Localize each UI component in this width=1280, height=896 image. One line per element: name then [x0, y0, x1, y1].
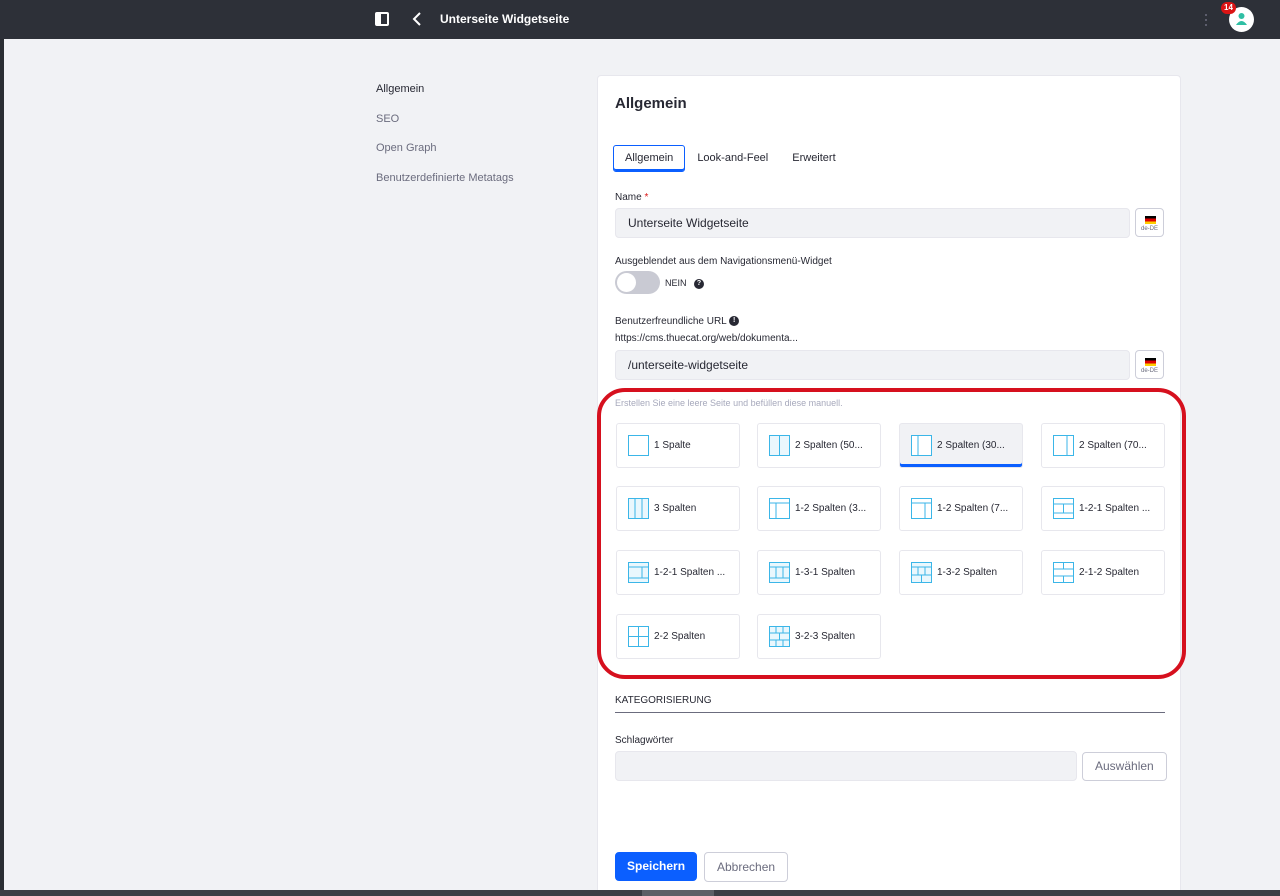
layout-option-1-column[interactable]: 1 Spalte [616, 423, 740, 468]
select-tags-button[interactable]: Auswählen [1082, 752, 1167, 781]
page-title: Unterseite Widgetseite [440, 12, 570, 26]
layout-1-3-1-columns-icon [769, 562, 790, 583]
hidden-toggle-label: Ausgeblendet aus dem Navigationsmenü-Wid… [615, 256, 832, 267]
tags-input[interactable] [615, 751, 1077, 781]
layout-label: 1-2 Spalten (7... [937, 503, 1009, 514]
settings-nav: Allgemein SEO Open Graph Benutzerdefinie… [376, 83, 514, 201]
tags-label: Schlagwörter [615, 735, 674, 746]
layout-1-column-icon [628, 435, 649, 456]
save-button[interactable]: Speichern [615, 852, 698, 881]
info-icon[interactable]: ! [729, 316, 740, 327]
layout-2-1-2-columns-icon [1053, 562, 1074, 583]
layout-2-columns-30-icon [911, 435, 932, 456]
categorization-heading: KATEGORISIERUNG [615, 695, 1165, 713]
layout-label: 1-3-1 Spalten [795, 567, 856, 578]
friendly-url-label: Benutzerfreundliche URL ! [615, 316, 740, 327]
layout-label: 1-2-1 Spalten ... [654, 567, 726, 578]
nav-item-allgemein[interactable]: Allgemein [376, 83, 514, 113]
layout-label: 2 Spalten (70... [1079, 440, 1147, 451]
top-bar: Unterseite Widgetseite 14 [0, 0, 1280, 39]
layout-label: 2 Spalten (50... [795, 440, 863, 451]
hidden-toggle[interactable] [615, 271, 660, 294]
layout-label: 1-3-2 Spalten [937, 567, 998, 578]
layout-2-columns-70-icon [1053, 435, 1074, 456]
tab-allgemein[interactable]: Allgemein [613, 145, 686, 172]
toggle-state: NEIN ? [665, 278, 705, 289]
layout-option-3-2-3-columns[interactable]: 3-2-3 Spalten [757, 614, 881, 659]
notification-badge: 14 [1221, 2, 1236, 14]
layout-template-grid: 1 Spalte 2 Spalten (50... 2 Spalten (30.… [616, 423, 1168, 663]
more-options-icon[interactable] [1204, 12, 1208, 28]
scrollbar-thumb[interactable] [642, 890, 714, 896]
settings-card: Allgemein Allgemein Look-and-Feel Erweit… [597, 75, 1181, 890]
layout-option-1-3-1-columns[interactable]: 1-3-1 Spalten [757, 550, 881, 595]
layout-option-1-2-1-columns-b[interactable]: 1-2-1 Spalten ... [616, 550, 740, 595]
sidebar-toggle-icon[interactable] [375, 12, 389, 26]
layout-option-2-columns-50-50[interactable]: 2 Spalten (50... [757, 423, 881, 468]
layout-2-2-columns-icon [628, 626, 649, 647]
tab-look-and-feel[interactable]: Look-and-Feel [685, 145, 780, 172]
layout-option-1-2-columns-70-30[interactable]: 1-2 Spalten (7... [899, 486, 1023, 531]
german-flag-icon [1145, 216, 1156, 224]
layout-option-2-1-2-columns[interactable]: 2-1-2 Spalten [1041, 550, 1165, 595]
name-label-text: Name [615, 192, 642, 203]
layout-label: 3 Spalten [654, 503, 697, 514]
layout-option-1-3-2-columns[interactable]: 1-3-2 Spalten [899, 550, 1023, 595]
layout-label: 1-2 Spalten (3... [795, 503, 867, 514]
layout-option-1-2-columns-30-70[interactable]: 1-2 Spalten (3... [757, 486, 881, 531]
back-icon[interactable] [410, 10, 424, 28]
layout-option-3-columns[interactable]: 3 Spalten [616, 486, 740, 531]
name-input[interactable]: Unterseite Widgetseite [615, 208, 1130, 238]
layout-1-2-columns-70-icon [911, 498, 932, 519]
layout-option-2-columns-30-70[interactable]: 2 Spalten (30... [899, 423, 1023, 468]
layout-3-columns-icon [628, 498, 649, 519]
nav-item-seo[interactable]: SEO [376, 113, 514, 143]
layout-option-2-columns-70-30[interactable]: 2 Spalten (70... [1041, 423, 1165, 468]
layout-1-2-1-columns-icon [628, 562, 649, 583]
toggle-knob [617, 273, 636, 292]
layout-2-columns-50-icon [769, 435, 790, 456]
layout-label: 2 Spalten (30... [937, 440, 1005, 451]
nav-item-open-graph[interactable]: Open Graph [376, 142, 514, 172]
toggle-state-text: NEIN [665, 278, 687, 288]
horizontal-scrollbar[interactable] [0, 890, 1280, 896]
language-code: de-DE [1140, 368, 1158, 374]
tab-erweitert[interactable]: Erweitert [780, 145, 847, 172]
layout-option-1-2-1-columns-a[interactable]: 1-2-1 Spalten ... [1041, 486, 1165, 531]
german-flag-icon [1145, 358, 1156, 366]
friendly-url-base: https://cms.thuecat.org/web/dokumenta... [615, 333, 798, 344]
user-icon [1236, 13, 1247, 25]
layout-1-3-2-columns-icon [911, 562, 932, 583]
name-label: Name * [615, 192, 648, 203]
required-marker: * [644, 192, 649, 203]
template-hint: Erstellen Sie eine leere Seite und befül… [615, 398, 843, 408]
layout-label: 2-2 Spalten [654, 631, 706, 642]
layout-option-2-2-columns[interactable]: 2-2 Spalten [616, 614, 740, 659]
friendly-url-input[interactable]: /unterseite-widgetseite [615, 350, 1130, 380]
nav-item-custom-metatags[interactable]: Benutzerdefinierte Metatags [376, 172, 514, 202]
layout-3-2-3-columns-icon [769, 626, 790, 647]
url-language-selector[interactable]: de-DE [1135, 350, 1164, 379]
name-language-selector[interactable]: de-DE [1135, 208, 1164, 237]
layout-label: 2-1-2 Spalten [1079, 567, 1140, 578]
tab-bar: Allgemein Look-and-Feel Erweitert [613, 145, 848, 172]
layout-1-2-columns-30-icon [769, 498, 790, 519]
friendly-url-label-text: Benutzerfreundliche URL [615, 316, 727, 327]
cancel-button[interactable]: Abbrechen [704, 852, 789, 882]
layout-label: 1 Spalte [654, 440, 691, 451]
layout-label: 1-2-1 Spalten ... [1079, 503, 1151, 514]
help-icon[interactable]: ? [694, 278, 705, 289]
layout-label: 3-2-3 Spalten [795, 631, 856, 642]
layout-1-2-1-columns-icon [1053, 498, 1074, 519]
section-heading: Allgemein [615, 95, 687, 112]
language-code: de-DE [1140, 226, 1158, 232]
